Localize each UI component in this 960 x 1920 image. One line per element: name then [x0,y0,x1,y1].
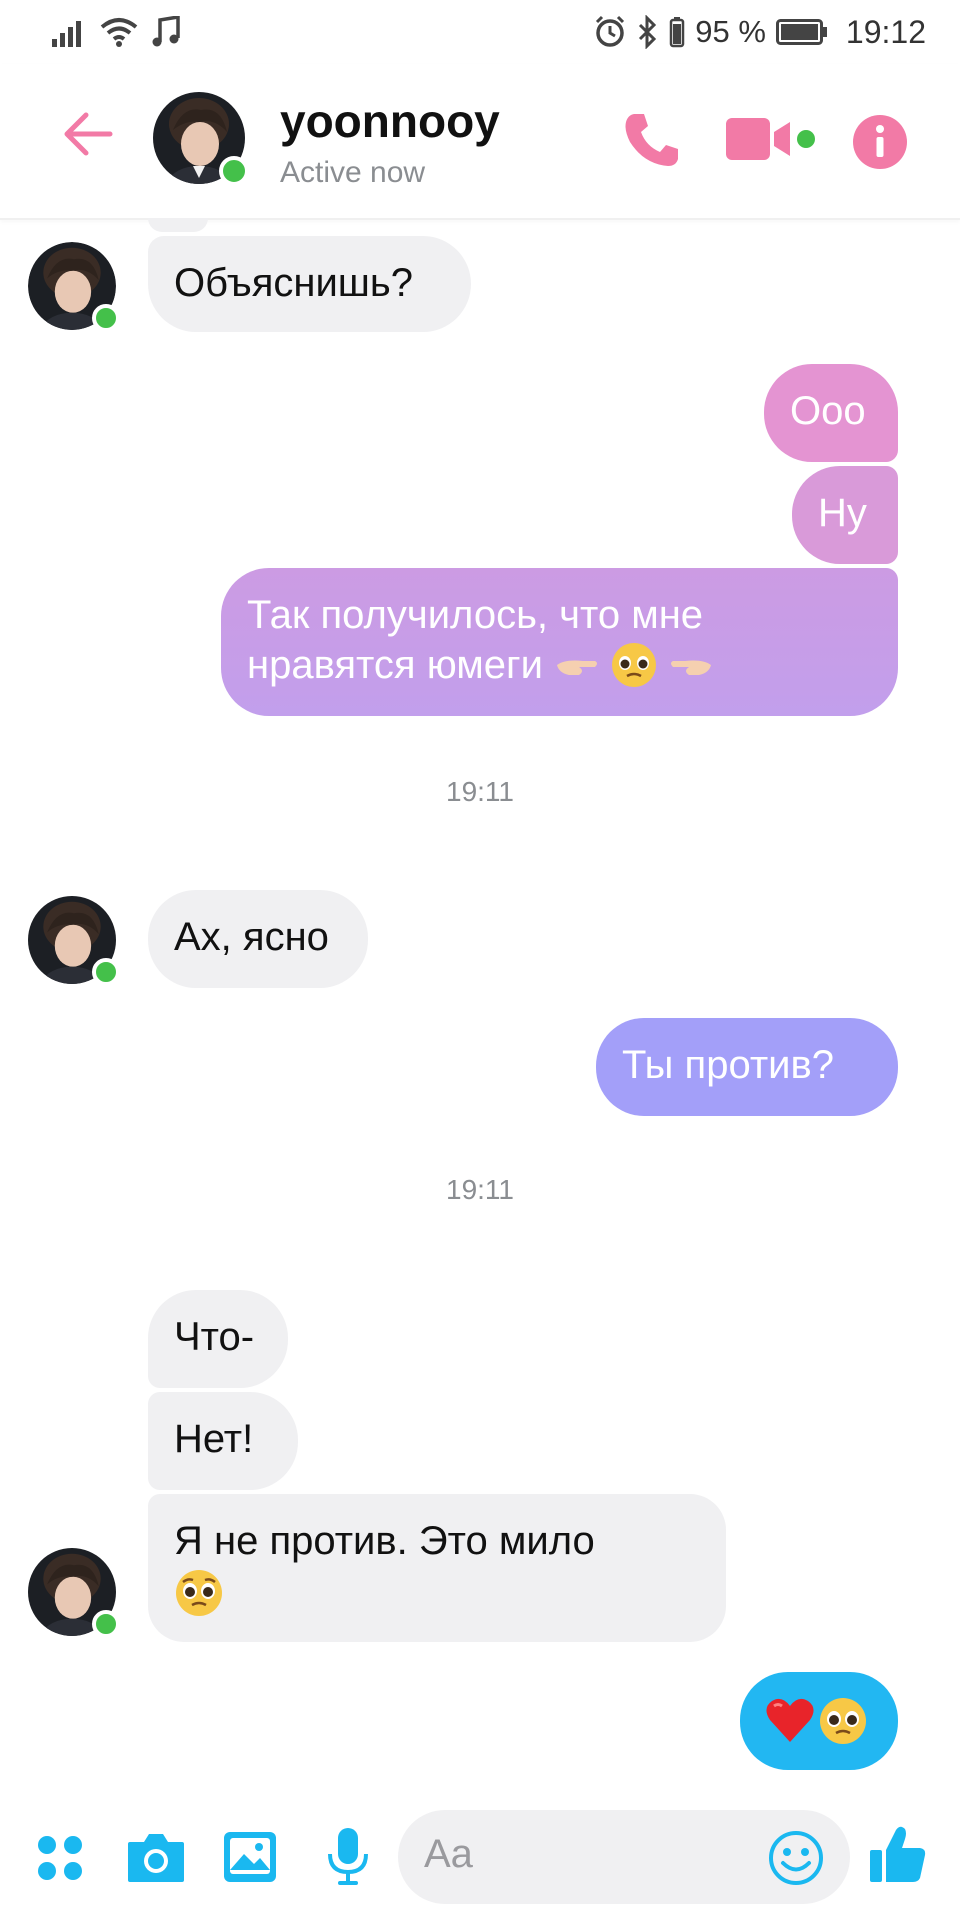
outgoing-message-bubble[interactable]: Ооо [764,364,898,462]
incoming-message-bubble[interactable]: Ах, ясно [148,890,368,988]
online-indicator [219,156,249,186]
apps-menu-icon[interactable] [36,1834,84,1882]
pleading-face-emoji [176,1570,222,1617]
alarm-icon [596,15,625,47]
message-text-line: Так получилось, что мне [247,593,704,637]
wifi-icon [100,18,138,47]
message-text: Ах, ясно [174,915,329,959]
conversation-header: yoonnooy Active now [0,64,960,220]
message-input-placeholder: Aa [424,1832,473,1876]
outgoing-message-bubble[interactable]: Ну [792,466,898,564]
contact-avatar-small[interactable] [28,896,120,986]
battery-percent: 95 % [695,14,766,49]
message-text-line: нравятся юмеги [247,643,543,687]
emoji-row [764,1696,874,1746]
timestamp-divider: 19:11 [446,1174,514,1205]
camera-icon[interactable] [126,1830,186,1884]
outgoing-emoji-bubble[interactable] [740,1672,898,1770]
contact-avatar[interactable] [153,92,249,186]
previous-message-edge [148,218,208,232]
incoming-message-bubble[interactable]: Объяснишь? [148,236,471,332]
online-indicator [92,304,120,332]
message-text: Нет! [174,1417,254,1461]
video-call-icon[interactable] [724,108,820,172]
gallery-image-icon[interactable] [222,1830,278,1884]
incoming-message-bubble[interactable]: Нет! [148,1392,298,1490]
message-text: Что- [174,1315,255,1359]
message-composer: Aa [0,1790,960,1920]
music-note-icon [152,16,180,47]
battery-icon [775,19,827,45]
microphone-icon[interactable] [326,1826,370,1886]
message-text: Объяснишь? [174,261,413,305]
message-text: Ну [818,491,867,535]
red-heart-emoji [766,1698,814,1742]
message-thread[interactable]: Объяснишь? Ооо Ну Так получилось, что мн… [0,218,960,1790]
pleading-face-emoji [820,1698,866,1744]
timestamp-divider: 19:11 [446,776,514,807]
back-arrow-icon[interactable] [60,106,116,162]
online-indicator [92,1610,120,1638]
outgoing-message-bubble[interactable]: Ты против? [596,1018,898,1116]
incoming-message-bubble[interactable]: Что- [148,1290,288,1388]
contact-name[interactable]: yoonnooy [280,94,500,148]
outgoing-message-bubble[interactable]: Так получилось, что мне нравятся юмеги [221,568,898,716]
incoming-message-bubble[interactable]: Я не против. Это мило [148,1494,726,1642]
emoji-picker-icon[interactable] [768,1830,824,1886]
message-text: Ты против? [622,1043,834,1087]
message-text-line-with-emoji: нравятся юмеги [247,640,872,690]
message-text: Ооо [790,389,866,433]
bluetooth-icon [639,15,657,49]
thumbs-up-icon[interactable] [868,1824,928,1886]
contact-avatar-small[interactable] [28,242,120,332]
phone-battery-icon [670,17,685,48]
contact-active-status: Active now [280,156,426,189]
phone-call-icon[interactable] [620,108,684,172]
online-indicator [92,958,120,986]
pointing-fingers-pleading-emoji [556,643,711,687]
status-time: 19:12 [845,13,926,50]
status-bar: 95 % 19:12 [0,0,960,64]
message-text: Я не против. Это мило [174,1519,595,1563]
info-icon[interactable] [852,114,908,170]
signal-icon [52,21,81,47]
contact-avatar-small[interactable] [28,1548,120,1638]
